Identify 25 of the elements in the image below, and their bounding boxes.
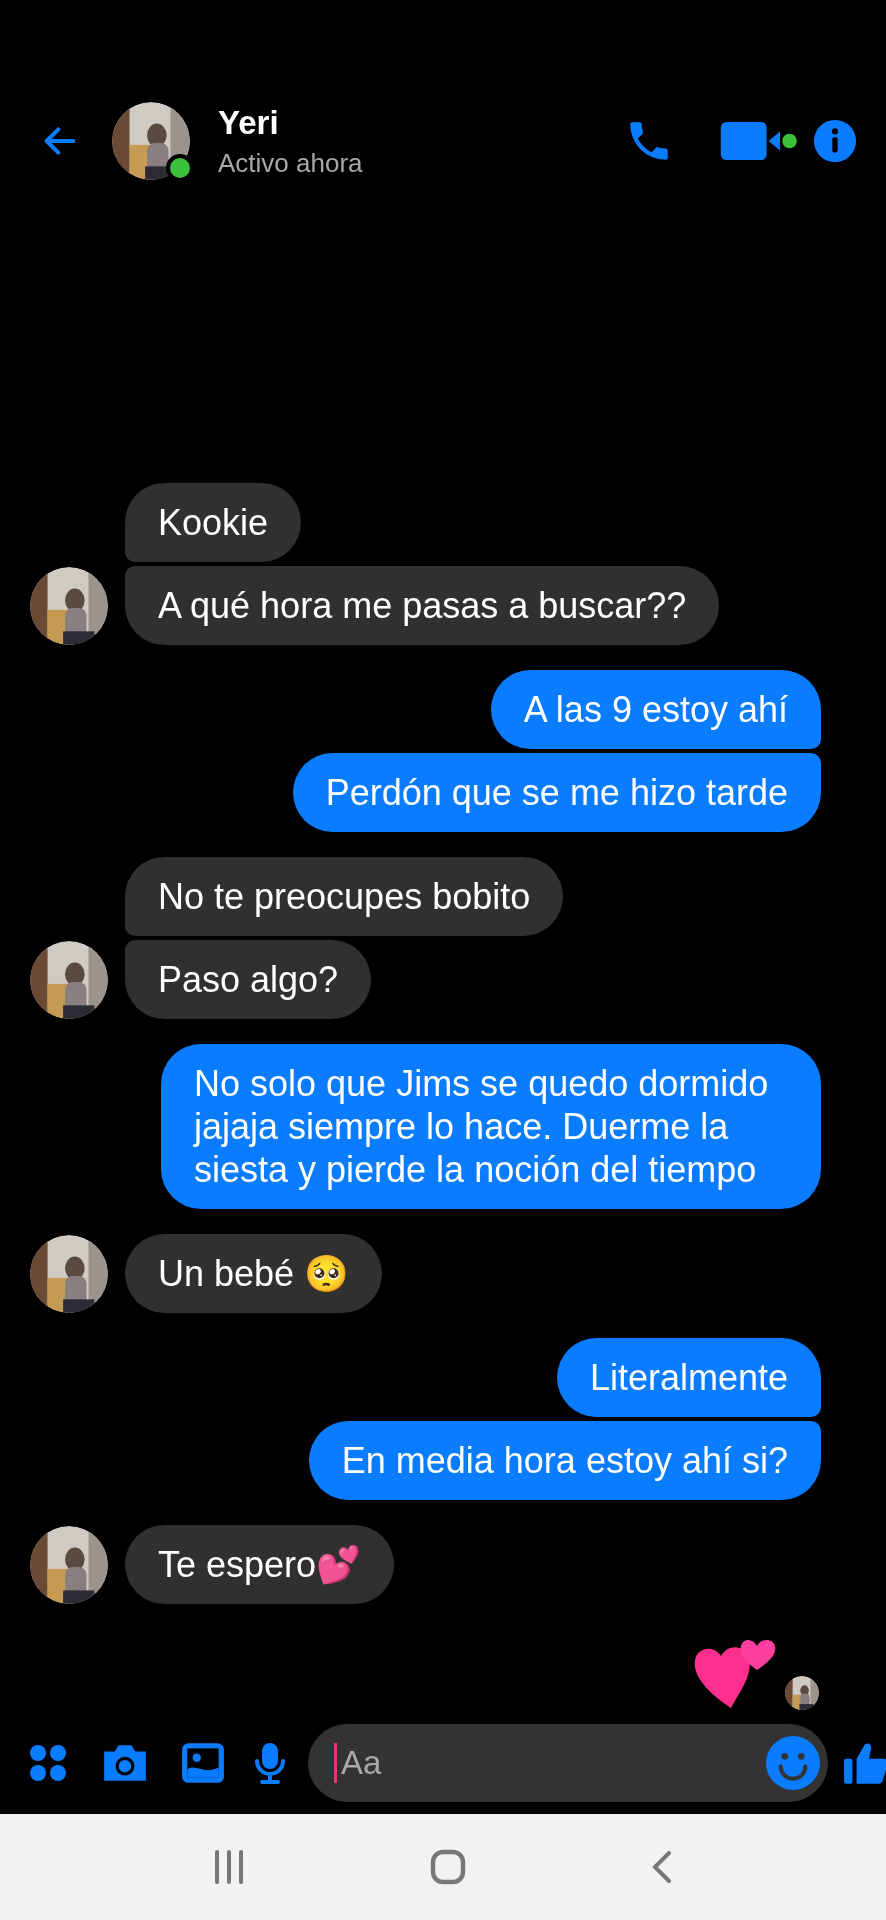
text-cursor [334,1743,337,1783]
message-bubble: En media hora estoy ahí si? [308,1421,821,1500]
message-bubble: A qué hora me pasas a buscar?? [125,566,720,645]
message-bubble: Te espero💕 [125,1525,395,1604]
microphone-button[interactable] [254,1741,286,1785]
apps-button[interactable] [28,1743,68,1783]
contact-name: Yeri [218,103,280,142]
message-bubble: No te preocupes bobito [125,857,564,936]
message-bubble: A las 9 estoy ahí [490,670,821,749]
message-bubble: Un bebé 🥺 [125,1234,383,1313]
message-bubble: Paso algo? [125,940,372,1019]
info-button[interactable] [812,118,858,164]
video-call-button[interactable] [720,120,798,162]
back-nav-button[interactable] [651,1849,674,1885]
message-bubble: Perdón que se me hizo tarde [292,753,821,832]
message-bubble: Kookie [125,483,302,562]
emoji-icon[interactable] [766,1736,820,1790]
message-field[interactable]: Aa [308,1724,828,1802]
home-button[interactable] [430,1849,466,1885]
contact-status: Activo ahora [218,147,364,179]
message-bubble: Literalmente [556,1338,821,1417]
recent-apps-button[interactable] [212,1850,245,1884]
message-field[interactable]: Aa [337,1744,766,1782]
message-bubble: No solo que Jims se quedo dormido jajaja siempre lo hace. Duerme la siesta y pierde la noción del tiempo [161,1044,821,1209]
gallery-button[interactable] [180,1741,226,1785]
